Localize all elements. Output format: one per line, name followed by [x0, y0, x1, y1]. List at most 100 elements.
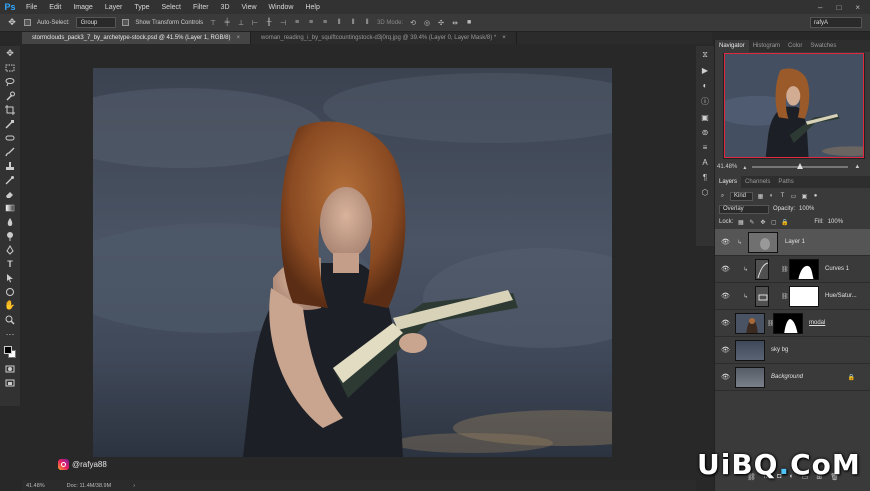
distribute-left-icon[interactable]: ⦀ [335, 19, 343, 27]
zoom-in-icon[interactable]: ▲ [854, 164, 860, 170]
menu-select[interactable]: Select [156, 4, 187, 11]
distribute-top-icon[interactable]: ≡ [293, 19, 301, 27]
filter-pixel-icon[interactable]: ▦ [757, 193, 764, 200]
align-bottom-icon[interactable]: ⊥ [237, 19, 245, 27]
character-panel-icon[interactable]: A [702, 158, 707, 167]
tab-navigator[interactable]: Navigator [715, 40, 749, 52]
lock-pixels-icon[interactable]: ✎ [748, 219, 755, 226]
screen-mode-icon[interactable] [4, 377, 16, 388]
navigator-preview[interactable] [723, 53, 865, 159]
filter-type-icon[interactable]: T [779, 193, 786, 200]
menu-layer[interactable]: Layer [99, 4, 129, 11]
lock-artboard-icon[interactable]: ▢ [770, 219, 777, 226]
menu-3d[interactable]: 3D [215, 4, 236, 11]
maximize-icon[interactable]: □ [836, 3, 841, 12]
clone-stamp-tool-icon[interactable] [4, 160, 16, 171]
filter-smart-object-icon[interactable]: ▣ [801, 193, 808, 200]
menu-type[interactable]: Type [128, 4, 155, 11]
auto-select-target-dropdown[interactable]: Group [75, 17, 117, 28]
shape-tool-icon[interactable] [4, 286, 16, 297]
brush-settings-icon[interactable]: ≡ [703, 143, 708, 152]
tab-color[interactable]: Color [784, 40, 806, 52]
play-actions-icon[interactable]: ▶ [702, 66, 708, 75]
quick-mask-icon[interactable] [4, 363, 16, 374]
more-tools-icon[interactable]: ··· [4, 328, 16, 339]
document-tab-stormclouds[interactable]: stormclouds_pack3_7_by_archetype-stock.p… [22, 32, 252, 44]
layer-name[interactable]: Background [771, 374, 803, 380]
menu-filter[interactable]: Filter [187, 4, 215, 11]
layer-name[interactable]: sky bg [771, 347, 788, 353]
layer-name[interactable]: Curves 1 [825, 266, 849, 272]
menu-image[interactable]: Image [67, 4, 98, 11]
visibility-eye-icon[interactable]: 👁 [721, 238, 730, 246]
filter-shape-icon[interactable]: ▭ [790, 193, 797, 200]
align-vcenter-icon[interactable]: ╪ [223, 19, 231, 27]
crop-tool-icon[interactable] [4, 104, 16, 115]
status-arrow-icon[interactable]: › [133, 483, 135, 489]
marquee-tool-icon[interactable] [4, 62, 16, 73]
menu-file[interactable]: File [20, 4, 43, 11]
zoom-slider-handle[interactable] [797, 163, 804, 169]
menu-edit[interactable]: Edit [43, 4, 67, 11]
gradient-tool-icon[interactable] [4, 202, 16, 213]
zoom-out-icon[interactable]: ▴ [743, 164, 746, 171]
tab-layers[interactable]: Layers [715, 176, 742, 188]
color-swatches[interactable] [2, 344, 18, 360]
hand-tool-icon[interactable]: ✋ [4, 300, 16, 311]
layer-name[interactable]: Hue/Satur... [825, 293, 857, 299]
move-tool-icon[interactable]: ✥ [4, 48, 16, 59]
zoom-tool-icon[interactable] [4, 314, 16, 325]
layer-name[interactable]: Layer 1 [785, 239, 805, 245]
path-selection-tool-icon[interactable] [4, 272, 16, 283]
3d-pan-icon[interactable]: ✣ [437, 19, 445, 27]
workspace-dropdown[interactable]: rafyA [810, 17, 862, 28]
tab-paths[interactable]: Paths [774, 176, 797, 188]
distribute-bottom-icon[interactable]: ≡ [321, 19, 329, 27]
clone-source-icon[interactable]: ⊚ [702, 128, 709, 137]
canvas-area[interactable] [22, 45, 696, 461]
dodge-tool-icon[interactable] [4, 230, 16, 241]
tab-channels[interactable]: Channels [741, 176, 774, 188]
menu-window[interactable]: Window [263, 4, 300, 11]
adjustments-panel-icon[interactable]: ◐ [703, 81, 708, 90]
minimize-icon[interactable]: – [818, 3, 822, 12]
lock-all-icon[interactable]: 🔒 [781, 219, 788, 226]
tab-swatches[interactable]: Swatches [806, 40, 840, 52]
filter-kind-dropdown[interactable]: Kind [730, 191, 754, 201]
3d-slide-icon[interactable]: ⇹ [451, 19, 459, 27]
layer-row-curves-1[interactable]: 👁 ↳ ⛓ Curves 1 [715, 256, 870, 283]
3d-scale-icon[interactable]: ■ [465, 19, 473, 27]
tab-close-icon[interactable]: × [502, 35, 506, 41]
navigator-zoom-value[interactable]: 41.48% [717, 164, 737, 170]
layer-name[interactable]: modal [809, 320, 825, 326]
document-canvas[interactable] [93, 68, 612, 457]
filter-adjustment-icon[interactable]: ◐ [768, 193, 775, 200]
distribute-right-icon[interactable]: ⦀ [363, 19, 371, 27]
3d-rotate-icon[interactable]: ⟲ [409, 19, 417, 27]
filter-toggle-icon[interactable]: ● [812, 193, 819, 200]
pen-tool-icon[interactable] [4, 244, 16, 255]
align-hcenter-icon[interactable]: ╫ [265, 19, 273, 27]
align-left-icon[interactable]: ⊢ [251, 19, 259, 27]
healing-brush-tool-icon[interactable] [4, 132, 16, 143]
layer-row-hue-saturation[interactable]: 👁 ↳ ⛓ Hue/Satur... [715, 283, 870, 310]
align-top-icon[interactable]: ⊤ [209, 19, 217, 27]
menu-help[interactable]: Help [299, 4, 325, 11]
libraries-panel-icon[interactable]: ▣ [701, 113, 709, 122]
fill-value[interactable]: 100% [828, 219, 843, 225]
visibility-eye-icon[interactable]: 👁 [721, 373, 730, 381]
foreground-color-swatch[interactable] [4, 346, 12, 354]
eraser-tool-icon[interactable] [4, 188, 16, 199]
auto-select-checkbox[interactable] [24, 19, 31, 26]
type-tool-icon[interactable]: T [4, 258, 16, 269]
layer-row-sky-bg[interactable]: 👁 sky bg [715, 337, 870, 364]
brush-tool-icon[interactable] [4, 146, 16, 157]
history-brush-tool-icon[interactable] [4, 174, 16, 185]
tab-close-icon[interactable]: × [237, 35, 241, 41]
quick-selection-tool-icon[interactable] [4, 90, 16, 101]
blend-mode-dropdown[interactable]: Overlay [719, 204, 769, 214]
align-right-icon[interactable]: ⊣ [279, 19, 287, 27]
layer-row-modal[interactable]: 👁 ⛓ modal [715, 310, 870, 337]
blur-tool-icon[interactable] [4, 216, 16, 227]
show-transform-checkbox[interactable] [122, 19, 130, 26]
